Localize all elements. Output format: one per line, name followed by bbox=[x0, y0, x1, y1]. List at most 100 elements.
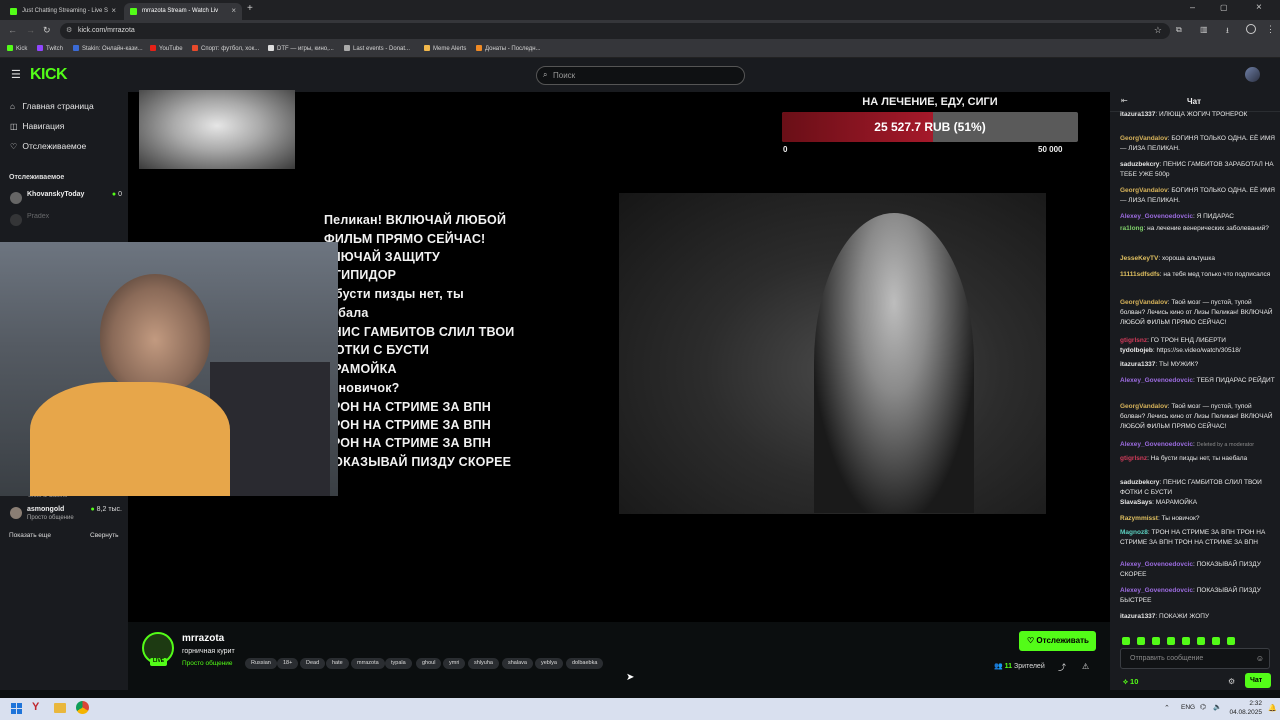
chat-username[interactable]: 11111sdfsdfs bbox=[1120, 271, 1160, 278]
bookmark-item[interactable]: Twitch bbox=[37, 45, 63, 52]
chat-username[interactable]: tydolbojeb bbox=[1120, 347, 1153, 354]
emote-icon[interactable] bbox=[1137, 637, 1145, 645]
collapse-button[interactable]: Свернуть bbox=[90, 532, 119, 539]
nav-browse[interactable]: ◫ Навигация bbox=[10, 121, 64, 131]
chat-message[interactable]: itazura1337: ПОКАЖИ ЖОПУ bbox=[1120, 612, 1276, 622]
browser-tab[interactable]: Just Chatting Streaming - Live S × bbox=[4, 3, 122, 20]
nav-following[interactable]: ♡ Отслеживаемое bbox=[10, 141, 86, 151]
chat-message[interactable]: Alexey_Govenoedovcic: ПОКАЗЫВАЙ ПИЗДУ БЫ… bbox=[1120, 586, 1276, 606]
show-more-button[interactable]: Показать еще bbox=[9, 532, 51, 539]
chat-username[interactable]: Razymmisst bbox=[1120, 515, 1158, 522]
sidebar-channel-item[interactable]: asmongold Просто общение ● 8,2 тыс. bbox=[10, 505, 122, 521]
tag-pill[interactable]: shalava bbox=[502, 658, 533, 669]
chat-username[interactable]: GeorgVandalov bbox=[1120, 187, 1168, 194]
collapse-chat-icon[interactable]: ⇤ bbox=[1121, 96, 1128, 105]
chat-username[interactable]: Magnoz8 bbox=[1120, 529, 1148, 536]
downloads-icon[interactable]: ⭳ bbox=[1226, 25, 1229, 39]
emote-icon[interactable] bbox=[1152, 637, 1160, 645]
chat-username[interactable]: saduzbekcry bbox=[1120, 479, 1159, 486]
forward-icon[interactable]: → bbox=[26, 25, 35, 35]
chat-message[interactable]: Alexey_Govenoedovcic: ПОКАЗЫВАЙ ПИЗДУ СК… bbox=[1120, 560, 1276, 580]
chat-username[interactable]: Alexey_Govenoedovcic bbox=[1120, 587, 1193, 594]
chat-username[interactable]: gtigrlsnz bbox=[1120, 337, 1147, 344]
maximize-icon[interactable]: ▢ bbox=[1220, 3, 1228, 12]
emote-icon[interactable] bbox=[1227, 637, 1235, 645]
url-input[interactable]: ⚙ kick.com/mrrazota ☆ bbox=[60, 23, 1170, 39]
tag-pill[interactable]: 18+ bbox=[277, 658, 299, 669]
report-icon[interactable]: ⚠ bbox=[1082, 662, 1089, 671]
chat-message[interactable]: tydolbojeb: https://se.video/watch/30518… bbox=[1120, 346, 1276, 356]
chat-input[interactable]: Отправить сообщение ☺ bbox=[1120, 648, 1270, 669]
sidepanel-icon[interactable]: ▥ bbox=[1200, 25, 1208, 34]
chat-message[interactable]: 11111sdfsdfs: на тебя мед только что под… bbox=[1120, 270, 1276, 280]
bookmark-item[interactable]: Meme Alerts bbox=[424, 45, 466, 52]
user-avatar[interactable] bbox=[1245, 67, 1260, 82]
notifications-icon[interactable]: 🔔 bbox=[1268, 704, 1277, 712]
bookmark-item[interactable]: Last events - Donat... bbox=[344, 45, 410, 52]
browser-tab-active[interactable]: mrrazota Stream - Watch Liv × bbox=[124, 3, 242, 20]
tag-pill[interactable]: ghoul bbox=[416, 658, 442, 669]
extensions-icon[interactable]: ⧉ bbox=[1176, 25, 1182, 35]
chat-username[interactable]: Alexey_Govenoedovcic bbox=[1120, 441, 1193, 448]
emote-icon[interactable] bbox=[1122, 637, 1130, 645]
chat-username[interactable]: itazura1337 bbox=[1120, 613, 1155, 620]
chat-message[interactable]: saduzbekcry: ПЕНИС ГАМБИТОВ СЛИЛ ТВОИ ФО… bbox=[1120, 478, 1276, 498]
chat-message[interactable]: Alexey_Govenoedovcic: ТЕБЯ ПИДАРАС РЕЙДИ… bbox=[1120, 376, 1276, 386]
close-window-icon[interactable]: × bbox=[1256, 2, 1262, 13]
bookmark-item[interactable]: DTF — игры, кино,... bbox=[268, 45, 334, 52]
chat-message[interactable]: JesseKeyTV: хороша альтушка bbox=[1120, 254, 1276, 264]
share-icon[interactable]: ⤴ bbox=[1058, 662, 1066, 673]
chat-message[interactable]: GeorgVandalov: БОГИНЯ ТОЛЬКО ОДНА. ЕЁ ИМ… bbox=[1120, 186, 1276, 206]
profile-icon[interactable] bbox=[1246, 24, 1256, 34]
bookmark-item[interactable]: Спорт: футбол, хок... bbox=[192, 45, 259, 52]
chat-message[interactable]: Alexey_Govenoedovcic: Deleted by a moder… bbox=[1120, 440, 1276, 450]
chat-message[interactable]: gtigrlsnz: На бусти пизды нет, ты наебал… bbox=[1120, 454, 1276, 464]
chat-username[interactable]: saduzbekcry bbox=[1120, 161, 1159, 168]
bookmark-item[interactable]: Kick bbox=[7, 45, 27, 52]
follow-button[interactable]: ♡ Отслеживать bbox=[1019, 631, 1096, 651]
chat-message[interactable]: Alexey_Govenoedovcic: Я ПИДАРАС bbox=[1120, 212, 1276, 222]
bookmark-item[interactable]: YouTube bbox=[150, 45, 183, 52]
tag-pill[interactable]: mrrazota bbox=[351, 658, 385, 669]
chat-username[interactable]: SlavaSays bbox=[1120, 499, 1152, 506]
site-info-icon[interactable]: ⚙ bbox=[66, 26, 72, 34]
chat-message[interactable]: GeorgVandalov: БОГИНЯ ТОЛЬКО ОДНА. ЕЁ ИМ… bbox=[1120, 134, 1276, 154]
channel-name[interactable]: mrrazota bbox=[182, 633, 224, 644]
input-language[interactable]: ENG bbox=[1181, 704, 1195, 711]
chat-message[interactable]: itazura1337: ИЛЮЩА ЖОГИЧ ТРОНЕРОК bbox=[1120, 110, 1276, 120]
back-icon[interactable]: ← bbox=[8, 25, 17, 35]
clock[interactable]: 2:32 04.08.2025 bbox=[1228, 699, 1262, 717]
emote-icon[interactable] bbox=[1182, 637, 1190, 645]
chat-username[interactable]: Alexey_Govenoedovcic bbox=[1120, 213, 1193, 220]
volume-icon[interactable]: 🔈 bbox=[1213, 703, 1222, 711]
chat-username[interactable]: itazura1337 bbox=[1120, 111, 1155, 118]
emoji-picker-icon[interactable]: ☺ bbox=[1256, 654, 1264, 663]
nav-home[interactable]: ⌂ Главная страница bbox=[10, 101, 94, 111]
new-tab-icon[interactable]: + bbox=[247, 3, 253, 14]
tag-pill[interactable]: shlyuha bbox=[468, 658, 499, 669]
chat-message[interactable]: SlavaSays: МАРАМОЙКА bbox=[1120, 498, 1276, 508]
chat-message[interactable]: itazura1337: ТЫ МУЖИК? bbox=[1120, 360, 1276, 370]
chat-username[interactable]: GeorgVandalov bbox=[1120, 403, 1168, 410]
chat-settings-icon[interactable]: ⚙ bbox=[1228, 677, 1235, 686]
tag-pill[interactable]: Dead bbox=[300, 658, 326, 669]
tag-pill[interactable]: typala bbox=[385, 658, 412, 669]
chat-username[interactable]: itazura1337 bbox=[1120, 361, 1155, 368]
chat-message[interactable]: Razymmisst: Ты новичок? bbox=[1120, 514, 1276, 524]
yandex-browser-icon[interactable]: Y bbox=[32, 701, 39, 713]
send-chat-button[interactable]: Чат bbox=[1245, 673, 1271, 688]
bookmark-item[interactable]: Stakin: Онлайн-кази... bbox=[73, 45, 143, 52]
minimize-icon[interactable]: – bbox=[1190, 2, 1195, 12]
chat-message[interactable]: Magnoz8: ТРОН НА СТРИМЕ ЗА ВПН ТРОН НА С… bbox=[1120, 528, 1276, 548]
reload-icon[interactable]: ↻ bbox=[43, 25, 51, 36]
menu-kebab-icon[interactable]: ⋮ bbox=[1266, 24, 1275, 35]
tag-pill[interactable]: Russian bbox=[245, 658, 277, 669]
hamburger-menu-icon[interactable]: ☰ bbox=[11, 68, 21, 81]
close-tab-icon[interactable]: × bbox=[231, 6, 236, 15]
tag-pill[interactable]: yeblya bbox=[535, 658, 563, 669]
tray-chevron-icon[interactable]: ⌃ bbox=[1164, 704, 1170, 712]
tag-pill[interactable]: ymri bbox=[443, 658, 466, 669]
chat-username[interactable]: Alexey_Govenoedovcic bbox=[1120, 377, 1193, 384]
network-icon[interactable]: ⌬ bbox=[1200, 703, 1206, 711]
emote-icon[interactable] bbox=[1167, 637, 1175, 645]
